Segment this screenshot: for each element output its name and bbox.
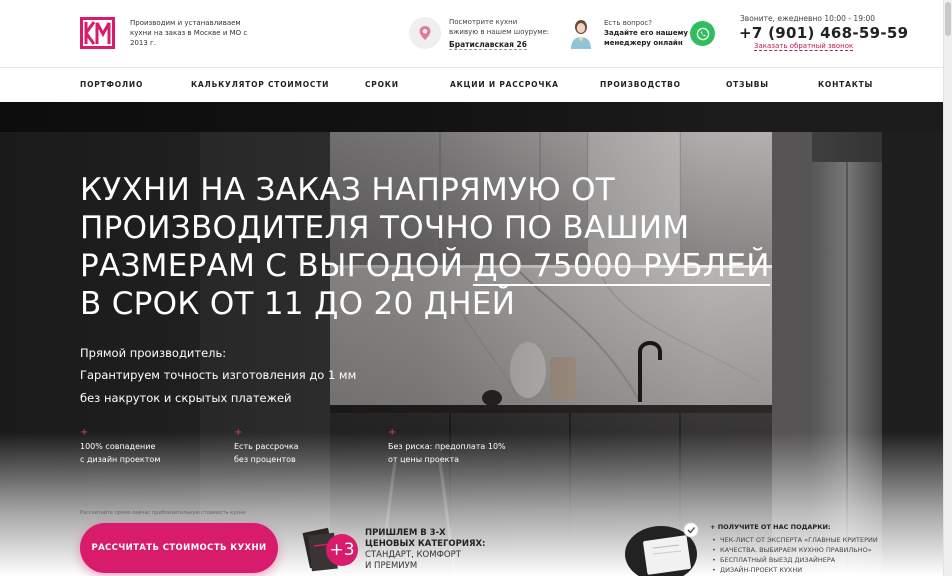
showroom-address-link[interactable]: Братиславская 26	[449, 40, 527, 50]
nav-item-portfolio[interactable]: ПОРТФОЛИО	[80, 80, 143, 89]
gift-item: ЧЕК-ЛИСТ ОТ ЭКСПЕРТА «ГЛАВНЫЕ КРИТЕРИИ	[712, 535, 878, 545]
plus-icon: +	[80, 427, 89, 438]
working-hours: Звоните, ежедневно 10:00 - 19:00	[740, 14, 876, 23]
nav-item-calculator[interactable]: КАЛЬКУЛЯТОР СТОИМОСТИ	[191, 80, 329, 89]
phone-number[interactable]: +7 (901) 468-59-59	[739, 24, 908, 42]
headline-highlight: ДО 75000 РУБЛЕЙ	[473, 248, 770, 286]
gift-tablet-image	[625, 522, 699, 576]
site-header: Производим и устанавливаем кухни на зака…	[0, 0, 943, 68]
calculate-cost-button[interactable]: РАССЧИТАТЬ СТОИМОСТЬ КУХНИ	[80, 523, 278, 573]
page: Производим и устанавливаем кухни на зака…	[0, 0, 952, 576]
question-block: Есть вопрос? Задайте его нашему менеджер…	[604, 19, 688, 47]
headline-line-4: В СРОК ОТ 11 ДО 20 ДНЕЙ	[80, 286, 516, 322]
feature-no-risk: + Без риска: предоплата 10% от цены прое…	[388, 428, 528, 466]
plus-icon: +	[234, 427, 243, 438]
gift-item: КАЧЕСТВА. ВЫБИРАЕМ КУХНЮ ПРАВИЛЬНО»	[712, 545, 878, 555]
main-nav: ПОРТФОЛИО КАЛЬКУЛЯТОР СТОИМОСТИ СРОКИ АК…	[0, 68, 943, 102]
calc-note: Рассчитайте прямо сейчас приблизительную…	[80, 510, 246, 516]
manager-avatar	[568, 17, 594, 49]
headline-line-1: КУХНИ НА ЗАКАЗ НАПРЯМУЮ ОТ	[80, 172, 616, 208]
whatsapp-button[interactable]	[690, 21, 715, 46]
showroom-text: Посмотрите кухни вживую в нашем шоуруме:	[449, 18, 550, 36]
callback-link[interactable]: Заказать обратный звонок	[754, 42, 854, 51]
headline-line-3: РАЗМЕРАМ С ВЫГОДОЙ ДО 75000 РУБЛЕЙ	[80, 248, 770, 286]
hero-subtitle-2: Гарантируем точность изготовления до 1 м…	[80, 368, 357, 382]
nav-item-terms[interactable]: СРОКИ	[365, 80, 399, 89]
headline-line-2: ПРОИЗВОДИТЕЛЯ ТОЧНО ПО ВАШИМ	[80, 210, 690, 246]
page-scrollbar[interactable]	[943, 0, 952, 576]
feature-installment: + Есть рассрочка без процентов	[234, 428, 374, 466]
company-tagline: Производим и устанавливаем кухни на зака…	[130, 19, 248, 47]
plus-icon: +	[388, 427, 397, 438]
hero-headline: КУХНИ НА ЗАКАЗ НАПРЯМУЮ ОТ ПРОИЗВОДИТЕЛЯ…	[80, 171, 780, 323]
logo-mark	[80, 17, 115, 49]
scrollbar-thumb[interactable]	[945, 2, 951, 36]
nav-item-contacts[interactable]: КОНТАКТЫ	[818, 80, 873, 89]
map-pin-icon[interactable]	[409, 17, 441, 49]
hero-subtitle-3: без накруток и скрытых платежей	[80, 391, 292, 405]
gift-item: БЕСПЛАТНЫЙ ВЫЕЗД ДИЗАЙНЕРА	[712, 555, 878, 565]
whatsapp-icon	[696, 27, 709, 40]
nav-item-promotions[interactable]: АКЦИИ И РАССРОЧКА	[450, 80, 559, 89]
gift-item: ДИЗАЙН-ПРОЕКТ КУХНИ	[712, 565, 878, 575]
logo[interactable]	[80, 17, 115, 49]
nav-item-production[interactable]: ПРОИЗВОДСТВО	[600, 80, 681, 89]
hero-subtitle-1: Прямой производитель:	[80, 346, 227, 360]
gifts-list: ЧЕК-ЛИСТ ОТ ЭКСПЕРТА «ГЛАВНЫЕ КРИТЕРИИ К…	[712, 535, 878, 575]
feature-design-match: + 100% совпадение с дизайн проектом	[80, 428, 220, 466]
hero-section: КУХНИ НА ЗАКАЗ НАПРЯМУЮ ОТ ПРОИЗВОДИТЕЛЯ…	[0, 102, 943, 576]
plus-three-badge: +3	[326, 534, 358, 566]
gifts-title: + ПОЛУЧИТЕ ОТ НАС ПОДАРКИ:	[710, 523, 831, 531]
nav-item-reviews[interactable]: ОТЗЫВЫ	[726, 80, 769, 89]
price-categories-text: ПРИШЛЕМ В 3-Х ЦЕНОВЫХ КАТЕГОРИЯХ: СТАНДА…	[365, 528, 486, 571]
